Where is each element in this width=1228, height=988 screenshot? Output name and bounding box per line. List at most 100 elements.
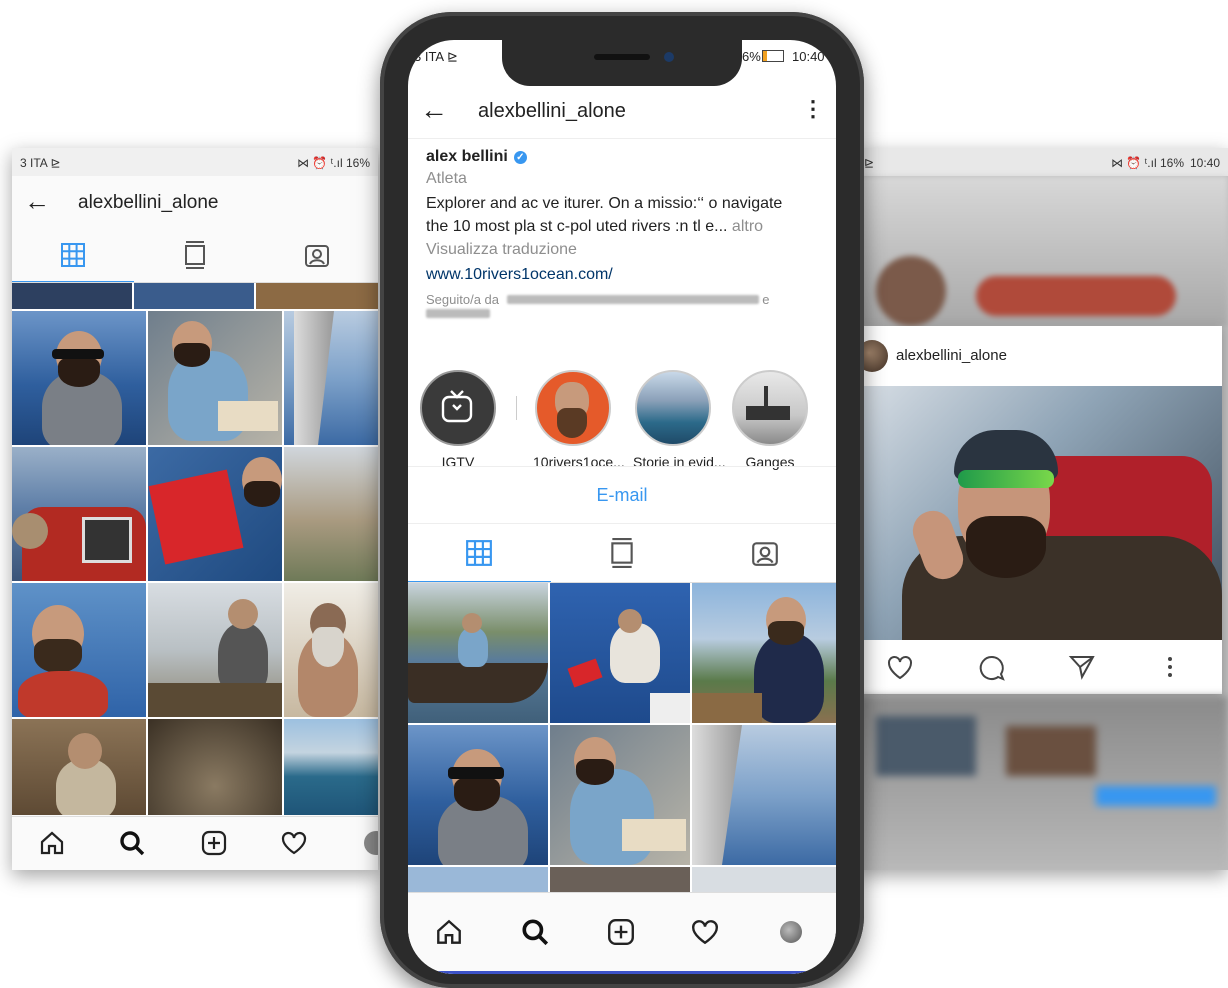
profile-bio: alex bellini ✓ Atleta Explorer and ac ve … (426, 148, 826, 324)
photo-grid (12, 283, 378, 815)
tab-tagged[interactable] (693, 524, 836, 582)
app-bar: ← alexbellini_alone ⋮ (408, 88, 836, 139)
photo-tile[interactable] (692, 725, 836, 865)
profile-category: Atleta (426, 170, 467, 187)
notch (502, 40, 742, 86)
verified-badge-icon: ✓ (513, 151, 527, 164)
more-options-icon[interactable]: ⋮ (802, 96, 824, 122)
divider (516, 396, 517, 420)
status-icons: ⋈ ⏰ ᵗ.ıl 16% (297, 156, 370, 170)
photo-tile[interactable] (692, 867, 836, 893)
website-link[interactable]: www.10rivers1ocean.com/ (426, 263, 826, 286)
profile-tabs (12, 228, 378, 283)
search-icon[interactable] (520, 917, 550, 947)
photo-tile[interactable] (284, 311, 378, 445)
post-username[interactable]: alexbellini_alone (896, 347, 1007, 364)
status-time: 10:40 (1189, 156, 1220, 170)
left-phone-screen: 3 ITA ⊵ ⋈ ⏰ ᵗ.ıl 16% ← alexbellini_alone (12, 148, 378, 870)
bottom-nav (408, 892, 836, 974)
grid-icon (466, 540, 493, 566)
tab-igtv[interactable] (134, 228, 256, 282)
blurred-grid (856, 696, 1228, 870)
photo-tile[interactable] (284, 719, 378, 815)
photo-tile[interactable] (550, 725, 690, 865)
back-arrow-icon[interactable]: ← (24, 186, 50, 217)
status-icons: ⋈ ⏰ ᵗ.ıl 16% (1111, 156, 1184, 170)
photo-tile[interactable] (12, 583, 146, 717)
status-bar: ⊵ ⋈ ⏰ ᵗ.ıl 16% 10:40 (856, 148, 1228, 176)
photo-tile[interactable] (12, 311, 146, 445)
photo-tile[interactable] (408, 583, 548, 723)
grid-icon (60, 243, 85, 267)
photo-tile[interactable] (148, 447, 282, 581)
blurred-names (506, 295, 759, 304)
profile-username-title: alexbellini_alone (78, 192, 219, 213)
photo-grid (408, 583, 836, 893)
igtv-icon (184, 241, 205, 269)
photo-tile[interactable] (134, 283, 254, 309)
carrier-label: ⊵ (864, 156, 875, 170)
followed-by[interactable]: Seguito/a da e (426, 292, 826, 324)
tagged-icon (304, 245, 329, 267)
home-icon[interactable] (38, 829, 66, 857)
photo-tile[interactable] (692, 583, 836, 723)
igtv-icon (611, 538, 633, 568)
tab-tagged[interactable] (256, 228, 378, 282)
followed-by-label: Seguito/a da (426, 292, 500, 307)
tab-grid[interactable] (408, 524, 551, 582)
heart-icon[interactable] (886, 654, 914, 680)
photo-tile[interactable] (284, 583, 378, 717)
bio-line-1: Explorer and ac ve iturer. On a missio:‘… (426, 195, 783, 212)
home-icon[interactable] (434, 917, 464, 947)
back-arrow-icon[interactable]: ← (420, 94, 448, 126)
photo-tile[interactable] (148, 719, 282, 815)
photo-tile[interactable] (12, 447, 146, 581)
bio-line-2: the 10 most pla st c-pol uted rivers :n … (426, 218, 728, 235)
photo-tile[interactable] (12, 719, 146, 815)
share-icon[interactable] (1068, 654, 1096, 680)
right-phone-screen: ⊵ ⋈ ⏰ ᵗ.ıl 16% 10:40 alexbellini_alone (856, 148, 1228, 870)
photo-tile[interactable] (408, 867, 548, 893)
photo-tile[interactable] (284, 447, 378, 581)
blurred-header (856, 176, 1228, 326)
heart-icon[interactable] (280, 829, 308, 857)
highlight-igtv[interactable]: IGTV (418, 370, 498, 470)
heart-icon[interactable] (690, 917, 720, 947)
photo-tile[interactable] (12, 283, 132, 309)
home-indicator (408, 971, 836, 974)
highlight-storie[interactable]: Storie in evid... (633, 370, 726, 470)
profile-name: alex bellini (426, 148, 508, 165)
battery-percent: 6% (742, 49, 761, 64)
add-icon[interactable] (200, 829, 228, 857)
carrier-label: 3 ITA ⊵ (414, 49, 458, 64)
carrier-label: 3 ITA ⊵ (20, 156, 61, 170)
battery-icon (762, 50, 784, 62)
profile-icon[interactable] (364, 831, 378, 855)
post-card: alexbellini_alone (856, 326, 1222, 694)
center-phone-screen: 3 ITA ⊵ 6% 10:40 ← alexbellini_alone ⋮ a… (408, 40, 836, 974)
add-icon[interactable] (606, 917, 636, 947)
center-phone-frame: 3 ITA ⊵ 6% 10:40 ← alexbellini_alone ⋮ a… (380, 12, 864, 988)
photo-tile[interactable] (408, 725, 548, 865)
bottom-nav (12, 816, 378, 870)
tab-grid[interactable] (12, 228, 134, 282)
comment-icon[interactable] (978, 654, 1006, 682)
email-button-label: E-mail (596, 485, 648, 505)
highlight-ganges[interactable]: Ganges (730, 370, 810, 470)
post-photo[interactable] (862, 386, 1222, 640)
tab-igtv[interactable] (551, 524, 694, 582)
translate-link[interactable]: Visualizza traduzione (426, 238, 826, 261)
highlight-10rivers[interactable]: 10rivers1oce... (533, 370, 625, 470)
photo-tile[interactable] (148, 583, 282, 717)
photo-tile[interactable] (550, 583, 690, 723)
email-button[interactable]: E-mail (408, 466, 836, 524)
bio-more-link[interactable]: altro (732, 218, 763, 235)
photo-tile[interactable] (256, 283, 378, 309)
post-header: alexbellini_alone (856, 326, 1222, 386)
app-bar: ← alexbellini_alone (12, 176, 378, 228)
more-icon[interactable] (1166, 656, 1174, 678)
profile-icon[interactable] (780, 921, 802, 943)
search-icon[interactable] (118, 829, 146, 857)
photo-tile[interactable] (550, 867, 690, 893)
photo-tile[interactable] (148, 311, 282, 445)
